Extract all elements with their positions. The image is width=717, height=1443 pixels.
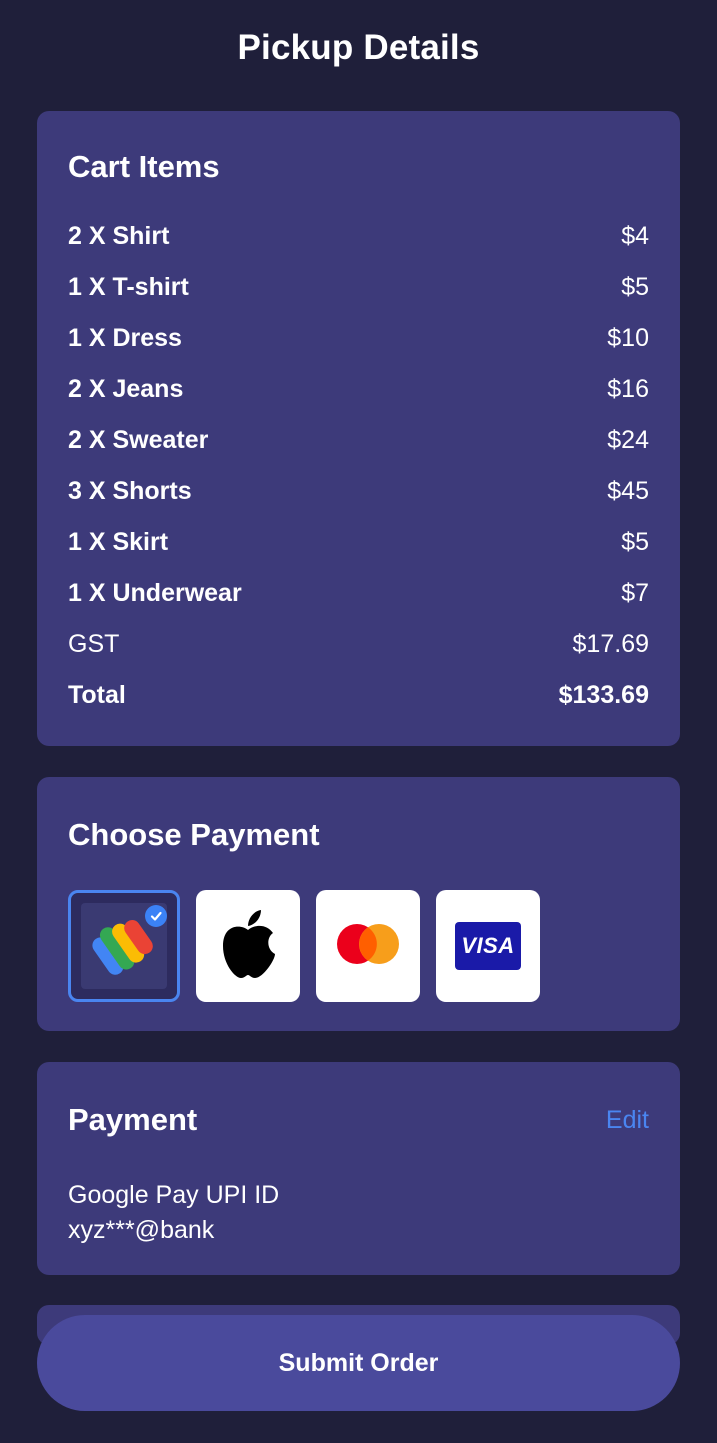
cart-item-price: $45 — [607, 477, 649, 505]
cart-item-price: $5 — [621, 528, 649, 556]
cart-item-label: 2 X Jeans — [68, 375, 184, 403]
choose-payment-title: Choose Payment — [68, 817, 320, 852]
cart-item-row: 2 X Jeans $16 — [68, 364, 649, 415]
cart-item-price: $5 — [621, 273, 649, 301]
total-row: Total $133.69 — [68, 670, 649, 721]
payment-title: Payment — [68, 1102, 198, 1137]
cart-item-row: 3 X Shorts $45 — [68, 466, 649, 517]
cart-item-label: 1 X Underwear — [68, 579, 242, 607]
gst-label: GST — [68, 630, 120, 658]
mastercard-icon — [333, 922, 403, 971]
cart-items-title: Cart Items — [68, 149, 220, 184]
edit-payment-link[interactable]: Edit — [606, 1106, 649, 1135]
payment-method-apple-pay[interactable] — [196, 890, 300, 1002]
page-title: Pickup Details — [237, 28, 480, 67]
cart-item-label: 1 X T-shirt — [68, 273, 189, 301]
cart-item-price: $7 — [621, 579, 649, 607]
cart-item-row: 1 X Underwear $7 — [68, 568, 649, 619]
payment-method-google-pay[interactable] — [68, 890, 180, 1002]
submit-order-button[interactable]: Submit Order — [37, 1315, 680, 1411]
check-icon — [145, 905, 167, 927]
cart-item-row: 1 X T-shirt $5 — [68, 262, 649, 313]
cart-item-row: 1 X Skirt $5 — [68, 517, 649, 568]
payment-header: Payment Edit — [68, 1102, 649, 1138]
total-label: Total — [68, 681, 126, 709]
cart-item-label: 1 X Skirt — [68, 528, 169, 556]
choose-payment-card: Choose Payment VISA — [37, 777, 680, 1031]
pickup-details-screen: Pickup Details Cart Items 2 X Shirt $4 1… — [0, 0, 717, 1443]
cart-item-price: $4 — [621, 222, 649, 250]
cart-items-card: Cart Items 2 X Shirt $4 1 X T-shirt $5 1… — [37, 111, 680, 746]
cart-item-label: 2 X Sweater — [68, 426, 209, 454]
gst-value: $17.69 — [572, 630, 649, 658]
cart-item-label: 2 X Shirt — [68, 222, 170, 250]
payment-methods: VISA — [68, 890, 649, 1002]
payment-card: Payment Edit Google Pay UPI ID xyz***@ba… — [37, 1062, 680, 1275]
cart-item-price: $10 — [607, 324, 649, 352]
cart-item-row: 2 X Shirt $4 — [68, 211, 649, 262]
cart-item-label: 3 X Shorts — [68, 477, 192, 505]
cart-items-list: 2 X Shirt $4 1 X T-shirt $5 1 X Dress $1… — [68, 211, 649, 721]
cart-item-row: 1 X Dress $10 — [68, 313, 649, 364]
payment-method-mastercard[interactable] — [316, 890, 420, 1002]
cart-item-label: 1 X Dress — [68, 324, 182, 352]
cart-item-price: $16 — [607, 375, 649, 403]
gst-row: GST $17.69 — [68, 619, 649, 670]
payment-account: xyz***@bank — [68, 1216, 215, 1244]
visa-icon: VISA — [455, 922, 521, 970]
cart-item-row: 2 X Sweater $24 — [68, 415, 649, 466]
total-value: $133.69 — [558, 681, 649, 709]
cart-item-price: $24 — [607, 426, 649, 454]
apple-icon — [217, 908, 279, 985]
payment-details: Google Pay UPI ID xyz***@bank — [68, 1178, 649, 1248]
payment-method-visa[interactable]: VISA — [436, 890, 540, 1002]
payment-method-name: Google Pay UPI ID — [68, 1181, 280, 1209]
